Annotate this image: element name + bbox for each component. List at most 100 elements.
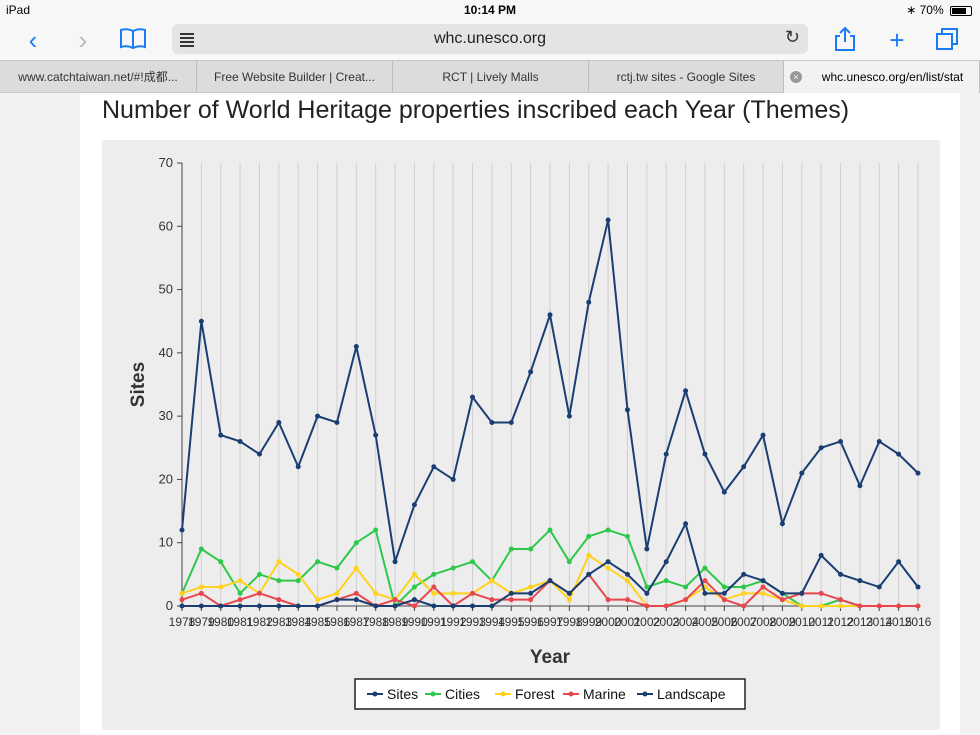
- data-point-marine: [179, 597, 185, 603]
- data-point-landscape: [315, 603, 321, 609]
- legend-marker: [372, 691, 378, 697]
- data-point-landscape: [237, 603, 243, 609]
- data-point-marine: [198, 590, 204, 596]
- tab-lively-malls[interactable]: RCT | Lively Malls: [393, 61, 589, 93]
- data-point-marine: [857, 603, 863, 609]
- data-point-landscape: [779, 590, 785, 596]
- data-point-marine: [508, 597, 514, 603]
- forward-icon[interactable]: ›: [68, 26, 98, 54]
- data-point-landscape: [450, 603, 456, 609]
- data-point-landscape: [528, 590, 534, 596]
- data-point-cities: [237, 590, 243, 596]
- data-point-landscape: [256, 603, 262, 609]
- new-tab-icon[interactable]: +: [882, 26, 912, 54]
- data-point-cities: [586, 533, 592, 539]
- data-point-marine: [392, 597, 398, 603]
- data-point-sites: [566, 413, 572, 419]
- data-point-marine: [818, 590, 824, 596]
- data-point-marine: [528, 597, 534, 603]
- data-point-cities: [295, 578, 301, 584]
- data-point-forest: [741, 590, 747, 596]
- data-point-forest: [838, 603, 844, 609]
- data-point-sites: [624, 407, 630, 413]
- data-point-landscape: [198, 603, 204, 609]
- data-point-marine: [915, 603, 921, 609]
- data-point-cities: [315, 559, 321, 565]
- tab-whc-unesco[interactable]: × whc.unesco.org/en/list/stat: [784, 61, 980, 93]
- data-point-marine: [876, 603, 882, 609]
- data-point-forest: [566, 597, 572, 603]
- chart-panel: 0 10 20 30 40 50 60 70 1978 1979 1980 1981 1982 1983 1…: [102, 140, 940, 730]
- data-point-marine: [760, 584, 766, 590]
- data-point-cities: [624, 533, 630, 539]
- legend-marker: [430, 691, 436, 697]
- data-point-sites: [683, 388, 689, 394]
- legend-label: Marine: [583, 686, 626, 702]
- share-icon[interactable]: [830, 26, 860, 54]
- tab-website-builder[interactable]: Free Website Builder | Creat...: [197, 61, 393, 93]
- data-point-sites: [508, 419, 514, 425]
- tab-google-sites[interactable]: rctj.tw sites - Google Sites: [589, 61, 784, 93]
- data-point-forest: [489, 578, 495, 584]
- back-icon[interactable]: ‹: [18, 26, 48, 54]
- bookmarks-icon[interactable]: [118, 26, 148, 54]
- data-point-forest: [431, 590, 437, 596]
- data-point-forest: [218, 584, 224, 590]
- data-point-sites: [586, 299, 592, 305]
- data-point-forest: [411, 571, 417, 577]
- address-bar[interactable]: whc.unesco.org ↻: [172, 24, 808, 54]
- data-point-sites: [392, 559, 398, 565]
- reload-icon[interactable]: ↻: [785, 27, 800, 48]
- data-point-cities: [683, 584, 689, 590]
- data-point-landscape: [353, 597, 359, 603]
- data-point-sites: [702, 451, 708, 457]
- data-point-landscape: [508, 590, 514, 596]
- data-point-marine: [644, 603, 650, 609]
- web-page: Number of World Heritage properties insc…: [80, 93, 960, 735]
- y-tick-label: 70: [159, 155, 173, 170]
- legend-marker: [642, 691, 648, 697]
- battery-percent: 70%: [919, 3, 944, 17]
- data-point-forest: [760, 590, 766, 596]
- data-point-forest: [799, 603, 805, 609]
- data-point-landscape: [876, 584, 882, 590]
- tabs-overview-icon[interactable]: [932, 26, 962, 54]
- data-point-marine: [721, 597, 727, 603]
- close-tab-icon[interactable]: ×: [790, 71, 802, 83]
- data-point-sites: [818, 445, 824, 451]
- bluetooth-icon: ∗: [906, 3, 917, 17]
- data-point-landscape: [489, 603, 495, 609]
- data-point-sites: [663, 451, 669, 457]
- data-point-landscape: [295, 603, 301, 609]
- data-point-landscape: [334, 597, 340, 603]
- data-point-marine: [470, 590, 476, 596]
- data-point-cities: [566, 559, 572, 565]
- data-point-marine: [683, 597, 689, 603]
- data-point-sites: [431, 464, 437, 470]
- data-point-landscape: [896, 559, 902, 565]
- data-point-landscape: [431, 603, 437, 609]
- y-tick-label: 20: [159, 471, 173, 486]
- data-point-marine: [489, 597, 495, 603]
- data-point-sites: [838, 438, 844, 444]
- data-point-landscape: [644, 590, 650, 596]
- data-point-marine: [256, 590, 262, 596]
- browser-toolbar: ‹ › whc.unesco.org ↻ +: [0, 20, 980, 60]
- battery-icon: [950, 5, 972, 16]
- data-point-marine: [779, 597, 785, 603]
- data-point-forest: [276, 559, 282, 565]
- data-point-cities: [605, 527, 611, 533]
- data-point-landscape: [624, 571, 630, 577]
- y-tick-label: 50: [159, 282, 173, 297]
- data-point-forest: [605, 565, 611, 571]
- data-point-sites: [547, 312, 553, 318]
- data-point-cities: [218, 559, 224, 565]
- data-point-cities: [547, 527, 553, 533]
- x-axis-title: Year: [530, 647, 571, 668]
- data-point-sites: [721, 489, 727, 495]
- y-tick-label: 30: [159, 408, 173, 423]
- data-point-forest: [528, 584, 534, 590]
- data-point-cities: [528, 546, 534, 552]
- data-point-cities: [741, 584, 747, 590]
- tab-catchtaiwan[interactable]: www.catchtaiwan.net/#!成都...: [0, 61, 197, 93]
